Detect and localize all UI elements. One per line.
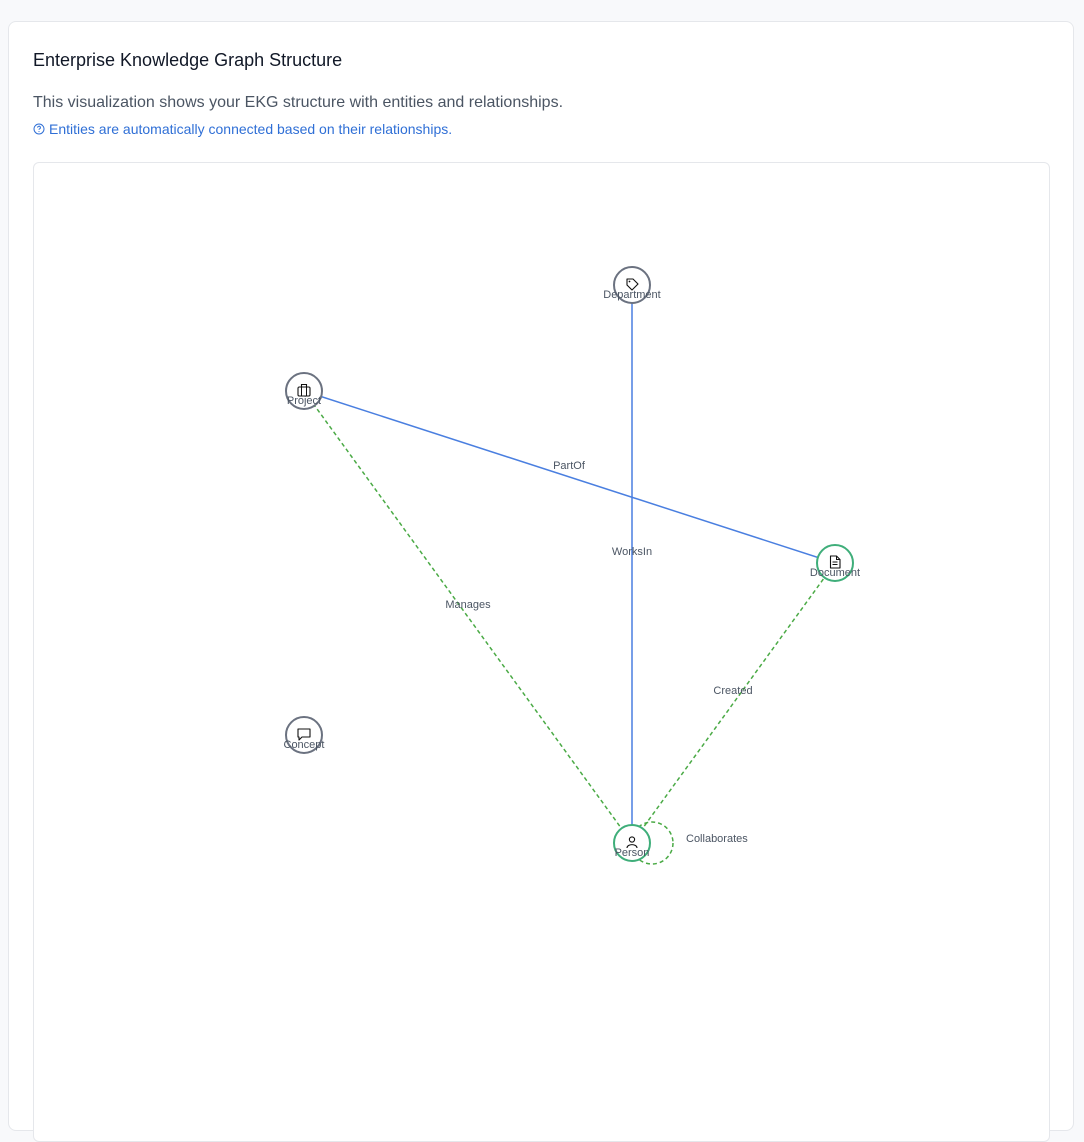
card-description: This visualization shows your EKG struct… — [33, 94, 564, 111]
card-hint: Entities are automatically connected bas… — [33, 121, 452, 137]
node-person[interactable]: Person — [613, 824, 651, 862]
edge-label-worksin: WorksIn — [612, 546, 652, 558]
node-concept[interactable]: Concept — [284, 716, 325, 754]
graph-card: Enterprise Knowledge Graph Structure Thi… — [8, 21, 1074, 1142]
edge-created[interactable] — [631, 562, 836, 844]
graph-canvas[interactable]: WorksIn PartOf Manages Created Collaborates D… — [33, 162, 1050, 1142]
edge-label-collaborates: Collaborates — [686, 833, 748, 845]
card-hint-text: Entities are automatically connected bas… — [49, 121, 453, 137]
node-label-person: Person — [615, 847, 650, 859]
card-title: Enterprise Knowledge Graph Structure — [33, 50, 343, 70]
node-label-document: Document — [810, 567, 860, 579]
edge-manages[interactable] — [303, 390, 633, 844]
node-department[interactable]: Department — [603, 266, 661, 304]
edge-label-manages: Manages — [445, 599, 491, 611]
edge-label-created: Created — [713, 685, 752, 697]
edge-label-partof: PartOf — [553, 460, 586, 472]
node-label-concept: Concept — [284, 739, 325, 751]
help-circle-icon — [33, 123, 45, 135]
node-label-department: Department — [603, 289, 660, 301]
graph-svg: WorksIn PartOf Manages Created Collaborates D… — [284, 266, 860, 865]
node-document[interactable]: Document — [810, 544, 860, 582]
edge-partof[interactable] — [303, 390, 836, 564]
node-project[interactable]: Project — [285, 372, 323, 410]
node-label-project: Project — [287, 395, 321, 407]
